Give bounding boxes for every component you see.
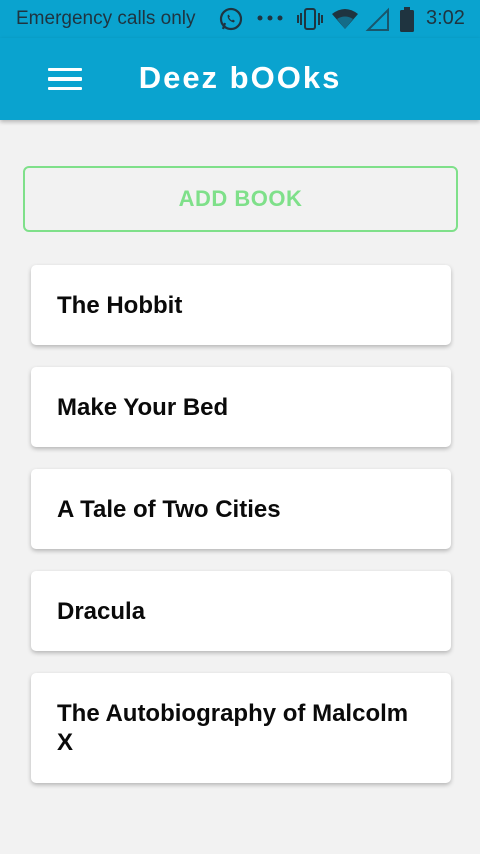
battery-icon xyxy=(400,7,414,32)
book-list-item[interactable]: Make Your Bed xyxy=(31,367,451,447)
status-clock: 3:02 xyxy=(426,7,465,29)
more-dots-icon xyxy=(257,15,283,21)
book-title: The Hobbit xyxy=(57,291,183,319)
signal-icon xyxy=(365,7,389,31)
wifi-icon xyxy=(332,9,358,29)
app-bar: Deez bOOks xyxy=(0,38,480,120)
book-title: The Autobiography of Malcolm X xyxy=(57,700,409,756)
app-title: Deez bOOks xyxy=(138,60,342,95)
book-list-item[interactable]: A Tale of Two Cities xyxy=(31,469,451,549)
status-bar: Emergency calls only 3:02 xyxy=(0,0,480,38)
book-list-item[interactable]: The Hobbit xyxy=(31,265,451,345)
book-title: Dracula xyxy=(57,597,146,625)
book-list-item[interactable]: The Autobiography of Malcolm X xyxy=(31,673,451,783)
whatsapp-icon xyxy=(219,7,243,31)
add-book-button[interactable]: ADD BOOK xyxy=(23,166,458,232)
vibrate-icon xyxy=(297,8,323,30)
carrier-status-text: Emergency calls only xyxy=(16,8,196,29)
book-title: Make Your Bed xyxy=(57,393,229,421)
book-list-item[interactable]: Dracula xyxy=(31,571,451,651)
book-title: A Tale of Two Cities xyxy=(57,495,281,523)
